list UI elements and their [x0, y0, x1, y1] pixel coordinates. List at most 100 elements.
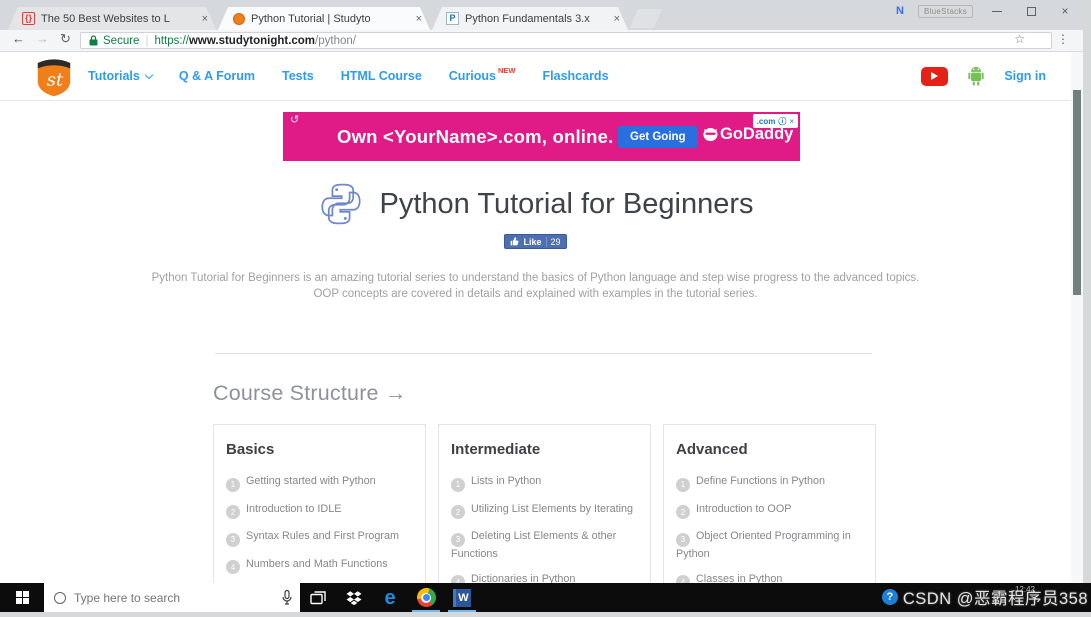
item-number-badge: 2 [676, 505, 690, 519]
adchoices-label: .com [756, 116, 776, 126]
windows-logo-icon [15, 591, 29, 604]
course-item[interactable]: 3 Deleting List Elements & other Function… [451, 529, 638, 562]
studytonight-favicon [232, 12, 245, 25]
sign-in-link[interactable]: Sign in [1004, 69, 1046, 83]
tab-best-websites[interactable]: {} The 50 Best Websites to L × [8, 7, 216, 30]
hero-heading-row: Python Tutorial for Beginners [0, 181, 1071, 227]
taskbar-search[interactable] [44, 583, 300, 612]
secure-lock-icon [89, 35, 98, 46]
course-column-advanced: Advanced 1 Define Functions in Python 2 In… [663, 424, 876, 583]
tab-python-tutorial-active[interactable]: Python Tutorial | Studyto × [218, 7, 430, 30]
microphone-icon[interactable] [282, 590, 292, 605]
ad-cta-button[interactable]: Get Going [618, 126, 698, 148]
nav-tests[interactable]: Tests [282, 69, 314, 83]
close-button[interactable]: × [1055, 4, 1075, 18]
tab-close-icon[interactable]: × [202, 13, 208, 25]
url-host: www.studytonight.com [188, 34, 316, 47]
extension-n-icon[interactable]: N [896, 5, 904, 17]
column-title: Intermediate [451, 441, 541, 458]
ad-headline: Own <YourName>.com, online. [337, 126, 614, 147]
android-icon[interactable] [966, 65, 986, 87]
nav-tutorials[interactable]: Tutorials [88, 69, 154, 83]
godaddy-mascot-icon [703, 127, 718, 142]
tab-title: Python Fundamentals 3.x [465, 12, 590, 25]
page-scrollbar[interactable] [1071, 52, 1083, 583]
edge-button[interactable]: e [372, 583, 408, 612]
edge-icon: e [384, 586, 396, 609]
studytonight-logo[interactable]: st [36, 55, 72, 103]
reload-icon[interactable]: ↻ [60, 31, 71, 47]
word-icon: W [453, 588, 471, 607]
info-icon[interactable]: ⓘ [778, 116, 786, 127]
new-badge: NEW [498, 66, 516, 75]
word-button[interactable]: W [444, 583, 480, 612]
ad-replay-icon[interactable]: ↺ [290, 113, 299, 126]
page-content: ↺ Own <YourName>.com, online. Get Going … [0, 101, 1071, 583]
item-number-badge: 1 [451, 477, 465, 492]
scrollbar-thumb[interactable] [1073, 90, 1081, 295]
forward-icon[interactable]: → [36, 31, 49, 46]
course-item[interactable]: 2 Utilizing List Elements by Iterating [451, 502, 638, 519]
like-count: 29 [545, 236, 561, 247]
nav-qa-forum[interactable]: Q & A Forum [179, 69, 255, 83]
tab-strip: {} The 50 Best Websites to L × Python Tu… [0, 0, 1083, 30]
back-icon[interactable]: ← [12, 31, 25, 46]
course-item[interactable]: 2 Introduction to OOP [676, 502, 863, 519]
browser-window: {} The 50 Best Websites to L × Python Tu… [0, 0, 1083, 583]
like-label: Like [523, 236, 542, 247]
new-tab-button[interactable] [630, 9, 662, 28]
thumb-up-icon [511, 237, 519, 246]
page-title: Python Tutorial for Beginners [379, 187, 754, 220]
ad-close-icon[interactable]: × [789, 117, 794, 126]
tab-close-icon[interactable]: × [614, 13, 620, 25]
course-item[interactable]: 4 Dictionaries in Python [451, 572, 638, 583]
item-number-badge: 4 [226, 560, 240, 574]
column-title: Basics [226, 441, 275, 458]
course-item[interactable]: 4 Classes in Python [676, 572, 863, 583]
tab-python-fundamentals[interactable]: P Python Fundamentals 3.x × [432, 7, 628, 30]
maximize-button[interactable] [1021, 4, 1041, 18]
facebook-like-button[interactable]: Like 29 [504, 234, 567, 249]
nav-html-course[interactable]: HTML Course [341, 69, 422, 83]
section-divider [215, 353, 872, 354]
secure-label: Secure [103, 34, 140, 47]
url-divider: | [145, 34, 149, 47]
screenshot-stage: {} The 50 Best Websites to L × Python Tu… [0, 0, 1091, 617]
question-mark-icon: ? [881, 589, 898, 605]
course-item[interactable]: 4 Numbers and Math Functions [226, 557, 413, 574]
url-scheme: https:// [154, 34, 189, 47]
nav-flashcards[interactable]: Flashcards [543, 69, 609, 83]
chrome-button[interactable] [408, 583, 444, 612]
browser-menu-icon[interactable]: ⋮ [1057, 32, 1069, 46]
cortana-icon [54, 591, 66, 604]
course-column-basics: Basics 1 Getting started with Python 2 Int… [213, 424, 426, 583]
nav-curious[interactable]: Curious NEW [449, 66, 516, 83]
pluralsight-favicon: P [446, 12, 459, 25]
tab-close-icon[interactable]: × [416, 13, 422, 25]
course-item[interactable]: 1 Getting started with Python [226, 474, 413, 492]
dropbox-button[interactable] [336, 583, 372, 612]
minimize-button[interactable] [987, 4, 1007, 18]
item-number-badge: 3 [676, 532, 690, 547]
course-item[interactable]: 2 Introduction to IDLE [226, 502, 413, 519]
bookmark-star-icon[interactable]: ☆ [1014, 32, 1025, 46]
course-item[interactable]: 3 Object Oriented Programming in Python [676, 529, 863, 562]
item-number-badge: 3 [226, 532, 240, 547]
course-item[interactable]: 3 Syntax Rules and First Program [226, 529, 413, 547]
youtube-icon[interactable] [921, 66, 949, 86]
item-number-badge: 2 [226, 505, 240, 519]
course-item[interactable]: 1 Define Functions in Python [676, 474, 863, 492]
course-column-intermediate: Intermediate 1 Lists in Python 2 Utilizing… [438, 424, 651, 583]
address-bar[interactable]: Secure | https://www.studytonight.com/py… [80, 32, 1052, 49]
chrome-icon [416, 588, 436, 607]
item-number-badge: 4 [451, 575, 465, 583]
start-button[interactable] [0, 583, 44, 612]
dropbox-icon [346, 590, 362, 605]
search-input[interactable] [74, 590, 274, 605]
godaddy-ad-banner[interactable]: ↺ Own <YourName>.com, online. Get Going … [283, 112, 800, 161]
task-view-button[interactable] [300, 583, 336, 612]
adchoices-control[interactable]: .com ⓘ × [752, 114, 798, 128]
item-number-badge: 4 [676, 575, 690, 583]
course-item[interactable]: 1 Lists in Python [451, 474, 638, 492]
windows-taskbar: e W 12:42 ? CSDN @恶霸程序员358 [0, 583, 1091, 612]
